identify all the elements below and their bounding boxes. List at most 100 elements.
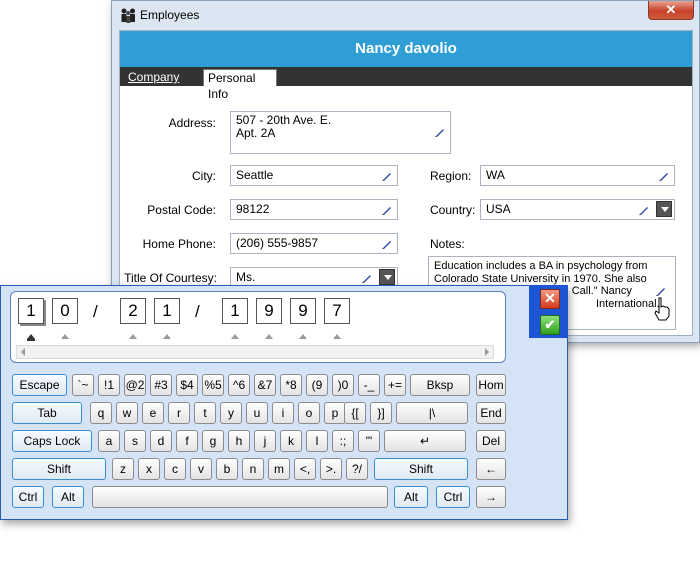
key-z[interactable]: z	[112, 458, 134, 480]
pencil-icon[interactable]	[381, 170, 393, 182]
horizontal-scrollbar[interactable]	[16, 345, 494, 359]
key--[interactable]: <,	[294, 458, 316, 480]
key-s[interactable]: s	[124, 430, 146, 452]
pencil-icon[interactable]	[381, 238, 393, 250]
key--[interactable]: ?/	[346, 458, 368, 480]
key-j[interactable]: j	[254, 430, 276, 452]
country-value: USA	[486, 202, 511, 216]
key-c[interactable]: c	[164, 458, 186, 480]
scroll-right-icon[interactable]	[484, 348, 490, 356]
key-k[interactable]: k	[280, 430, 302, 452]
date-digit[interactable]: 1	[222, 298, 248, 324]
key-l[interactable]: l	[306, 430, 328, 452]
key--9[interactable]: (9	[306, 374, 328, 396]
cursor-underline	[27, 339, 35, 341]
employee-header: Nancy davolio	[120, 31, 692, 67]
key-d[interactable]: d	[150, 430, 172, 452]
key-hom[interactable]: Hom	[476, 374, 506, 396]
key-space[interactable]	[92, 486, 388, 508]
window-titlebar[interactable]: Employees ✕	[112, 1, 699, 29]
key--[interactable]: |\	[396, 402, 468, 424]
date-digit[interactable]: 0	[52, 298, 78, 324]
key-f[interactable]: f	[176, 430, 198, 452]
key-caps-lock[interactable]: Caps Lock	[12, 430, 92, 452]
key-alt[interactable]: Alt	[52, 486, 84, 508]
date-digit[interactable]: 7	[324, 298, 350, 324]
key--7[interactable]: &7	[254, 374, 276, 396]
key-bksp[interactable]: Bksp	[410, 374, 470, 396]
country-field[interactable]: USA	[480, 199, 675, 220]
key--[interactable]: "'	[358, 430, 380, 452]
pencil-icon[interactable]	[638, 204, 650, 216]
key-del[interactable]: Del	[476, 430, 506, 452]
key--[interactable]: +=	[384, 374, 406, 396]
key--[interactable]: {[	[344, 402, 366, 424]
keyboard-close-button[interactable]: ✕	[540, 289, 560, 309]
key-t[interactable]: t	[194, 402, 216, 424]
key-h[interactable]: h	[228, 430, 250, 452]
key-e[interactable]: e	[142, 402, 164, 424]
key-o[interactable]: o	[298, 402, 320, 424]
key-tab[interactable]: Tab	[12, 402, 82, 424]
key-ctrl[interactable]: Ctrl	[12, 486, 44, 508]
key-escape[interactable]: Escape	[12, 374, 67, 396]
tab-personal-info[interactable]: Personal Info	[203, 69, 277, 101]
key-n[interactable]: n	[242, 458, 264, 480]
pencil-icon[interactable]	[361, 272, 373, 284]
key-r[interactable]: r	[168, 402, 190, 424]
pencil-icon[interactable]	[655, 285, 667, 297]
home-phone-field[interactable]: (206) 555-9857	[230, 233, 398, 254]
key--[interactable]: :;	[332, 430, 354, 452]
region-field[interactable]: WA	[480, 165, 675, 186]
key-b[interactable]: b	[216, 458, 238, 480]
key--[interactable]: }]	[370, 402, 392, 424]
key-y[interactable]: y	[220, 402, 242, 424]
date-digit[interactable]: 1	[18, 298, 44, 324]
key-shift[interactable]: Shift	[374, 458, 468, 480]
key-q[interactable]: q	[90, 402, 112, 424]
date-digit[interactable]: 1	[154, 298, 180, 324]
pencil-icon[interactable]	[434, 126, 446, 138]
city-field[interactable]: Seattle	[230, 165, 398, 186]
key--8[interactable]: *8	[280, 374, 302, 396]
postal-code-field[interactable]: 98122	[230, 199, 398, 220]
date-digit[interactable]: 9	[256, 298, 282, 324]
key--[interactable]: `~	[72, 374, 94, 396]
key--3[interactable]: #3	[150, 374, 172, 396]
country-dropdown-arrow[interactable]	[656, 201, 672, 217]
date-digit[interactable]: 2	[120, 298, 146, 324]
key-w[interactable]: w	[116, 402, 138, 424]
key--2[interactable]: @2	[124, 374, 146, 396]
address-field[interactable]: 507 - 20th Ave. E. Apt. 2A	[230, 111, 451, 154]
key-a[interactable]: a	[98, 430, 120, 452]
key--5[interactable]: %5	[202, 374, 224, 396]
key--1[interactable]: !1	[98, 374, 120, 396]
key-x[interactable]: x	[138, 458, 160, 480]
key--[interactable]: -_	[358, 374, 380, 396]
key-u[interactable]: u	[246, 402, 268, 424]
key-i[interactable]: i	[272, 402, 294, 424]
tab-company-info[interactable]: Company Info	[124, 69, 202, 100]
scroll-left-icon[interactable]	[20, 348, 26, 356]
pencil-icon[interactable]	[381, 204, 393, 216]
key--[interactable]: ←	[476, 458, 506, 480]
pencil-icon[interactable]	[658, 170, 670, 182]
key-g[interactable]: g	[202, 430, 224, 452]
key--0[interactable]: )0	[332, 374, 354, 396]
window-close-button[interactable]: ✕	[648, 1, 694, 20]
key-end[interactable]: End	[476, 402, 506, 424]
key-p[interactable]: p	[324, 402, 346, 424]
key-ctrl[interactable]: Ctrl	[436, 486, 470, 508]
key-v[interactable]: v	[190, 458, 212, 480]
key-m[interactable]: m	[268, 458, 290, 480]
keyboard-ok-button[interactable]: ✔	[540, 315, 560, 335]
key--[interactable]: >.	[320, 458, 342, 480]
key--[interactable]: →	[476, 486, 506, 508]
key--6[interactable]: ^6	[228, 374, 250, 396]
key-alt[interactable]: Alt	[394, 486, 428, 508]
key--4[interactable]: $4	[176, 374, 198, 396]
key--[interactable]: ↵	[384, 430, 466, 452]
key-shift[interactable]: Shift	[12, 458, 106, 480]
date-digit[interactable]: 9	[290, 298, 316, 324]
courtesy-dropdown-arrow[interactable]	[379, 269, 395, 285]
